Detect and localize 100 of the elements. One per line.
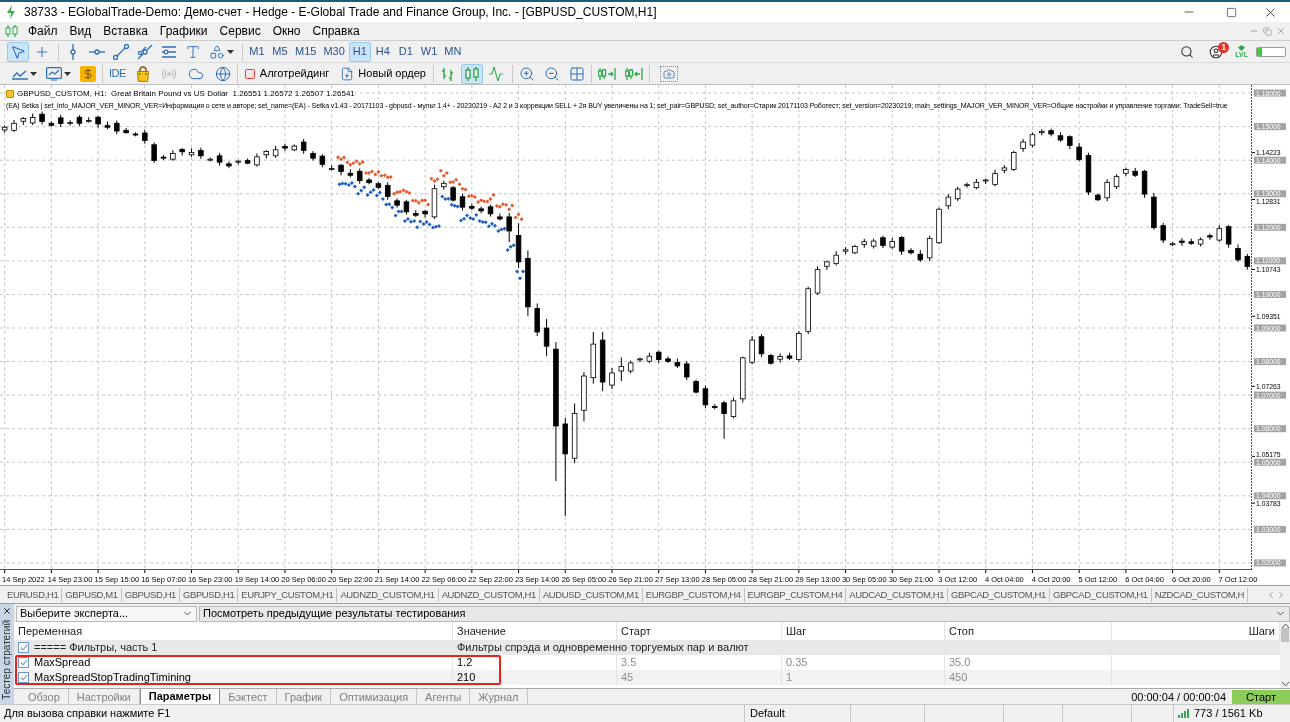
candlestick — [684, 360, 690, 381]
menu-item[interactable]: Вид — [63, 23, 98, 39]
timeframe-button[interactable]: W1 — [417, 41, 441, 62]
chart-tab[interactable]: GBPUSD,H1 — [121, 587, 180, 602]
menu-item[interactable]: Сервис — [213, 23, 267, 39]
status-help-text: Для вызова справки нажмите F1 — [4, 706, 171, 722]
column-header: Стоп — [949, 623, 974, 639]
panel-title: Тестер стратегий — [1, 620, 13, 700]
line-chart-icon — [488, 65, 504, 82]
zoom-out-icon — [544, 65, 560, 82]
candlestick — [964, 182, 970, 189]
chart-tab[interactable]: GBPUSD,M1 — [62, 587, 122, 602]
zoom-in-icon — [519, 65, 535, 82]
timeframe-button[interactable]: M5 — [269, 41, 291, 62]
screenshot-button[interactable] — [657, 63, 681, 84]
timeframe-button[interactable]: M30 — [320, 41, 348, 62]
menu-item[interactable]: Окно — [266, 23, 307, 39]
camera-icon — [660, 65, 678, 82]
caret-icon — [30, 71, 37, 76]
chart-tab[interactable]: GBPCAD_CUSTOM,H1 — [1049, 587, 1152, 602]
candlestick — [758, 333, 765, 358]
candlestick — [908, 247, 914, 255]
caret-icon — [64, 71, 71, 76]
expert-select[interactable]: Выберите эксперта... — [16, 605, 197, 622]
fibonacci-lines-icon — [161, 43, 177, 60]
parameter-value: 1.2 — [457, 655, 473, 671]
chart-tab[interactable]: GBPCAD_CUSTOM,H1 — [948, 587, 1050, 602]
group-description: Фильтры спрэда и одновременно торгуемых пар и валют — [457, 640, 749, 656]
timeframe-button[interactable]: H4 — [371, 41, 394, 62]
candlestick — [898, 235, 905, 256]
start-value: 3.5 — [621, 655, 637, 671]
candlestick — [926, 235, 933, 262]
shopping-bag-icon — [135, 65, 150, 82]
menu-item[interactable]: Справка — [306, 23, 366, 39]
chart-tab[interactable]: EURJPY_CUSTOM,H1 — [238, 587, 338, 602]
maximize-icon — [1225, 6, 1237, 18]
timeframe-button[interactable]: H1 — [348, 41, 371, 62]
candlestick — [534, 303, 540, 337]
cursor-tool-button[interactable] — [7, 41, 29, 62]
menu-item[interactable]: Файл — [22, 23, 64, 39]
chart-tab[interactable]: EURGBP_CUSTOM,H4 — [744, 587, 847, 602]
column-header: Переменная — [18, 623, 83, 639]
candlestick-chart-button[interactable] — [461, 63, 483, 84]
candlestick — [1225, 224, 1232, 249]
timeframe-button[interactable]: D1 — [394, 41, 417, 62]
candlestick — [721, 400, 727, 440]
cursor-icon — [10, 43, 26, 60]
chart-tab[interactable]: AUDUSD_CUSTOM,M1 — [539, 587, 643, 602]
memory-usage: 773 / 1561 Kb — [1194, 706, 1263, 722]
timeframe-button[interactable]: M1 — [246, 41, 268, 62]
chart-tab[interactable]: AUDCAD_CUSTOM,H1 — [846, 587, 949, 602]
dollar-button[interactable] — [77, 63, 99, 84]
ide-button[interactable]: IDE — [106, 63, 129, 84]
notification-badge: 1 — [1218, 41, 1230, 53]
symbol-icon — [6, 90, 14, 98]
menu-item[interactable]: Вставка — [97, 23, 154, 39]
checkbox[interactable] — [18, 672, 29, 683]
start-button[interactable]: Старт — [1232, 689, 1290, 705]
tester-tab[interactable]: Параметры — [139, 689, 221, 705]
notifications-button[interactable]: 1 — [1205, 41, 1228, 62]
child-restore-icon — [1263, 26, 1272, 36]
timeframe-button[interactable]: M15 — [292, 41, 320, 62]
vertical-scrollbar[interactable] — [1280, 622, 1290, 688]
chart-shift-icon — [625, 66, 643, 81]
checkbox[interactable] — [18, 657, 29, 668]
candlestick — [1076, 142, 1082, 163]
algo-trading-button[interactable]: Алготрейдинг — [240, 63, 334, 84]
chart-tab[interactable]: AUDNZD_CUSTOM,H1 — [438, 587, 540, 602]
menu-item[interactable]: Графики — [153, 23, 214, 39]
autoscroll-icon — [598, 66, 616, 81]
candlestick — [1179, 237, 1185, 247]
candlestick — [814, 265, 821, 296]
app-logo-icon — [6, 5, 16, 19]
candlestick — [198, 147, 204, 160]
group-name: ===== Фильтры, часть 1 — [34, 640, 158, 656]
scroll-right-icon — [1276, 589, 1286, 600]
caret-icon — [227, 49, 234, 54]
chart-tab[interactable]: AUDNZD_CUSTOM,H1 — [337, 587, 439, 602]
parameter-value: 210 — [457, 670, 476, 686]
candlestick — [282, 143, 288, 152]
chart-tab[interactable]: GBPUSD,H1 — [180, 587, 239, 602]
candlestick — [618, 357, 625, 382]
grid-icon — [569, 65, 585, 82]
results-select[interactable]: Посмотреть предыдущие результаты тестирования — [199, 605, 1290, 622]
checkbox[interactable] — [18, 642, 29, 653]
bar-chart-icon — [440, 65, 456, 82]
candlestick-icon — [464, 65, 480, 82]
scrollbar-thumb[interactable] — [1281, 628, 1289, 642]
candlestick — [609, 367, 615, 390]
chart-tab[interactable]: EURGBP_CUSTOM,H4 — [642, 587, 745, 602]
candlestick — [749, 335, 755, 365]
timeframe-button[interactable]: MN — [441, 41, 465, 62]
scroll-down-icon — [1281, 682, 1289, 686]
chart-tab[interactable]: NZDCAD_CUSTOM,H — [1151, 587, 1249, 602]
trend-line-tool-button[interactable] — [110, 41, 132, 62]
new-order-button[interactable]: Новый ордер — [336, 63, 430, 84]
text-icon — [185, 43, 201, 60]
chart-tab[interactable]: EURUSD,H1 — [4, 587, 63, 602]
parameter-name: MaxSpreadStopTradingTimining — [34, 670, 191, 686]
window-title: 38733 - EGlobalTrade-Demo: Демо-счет - Hedge - E-Global Trade and Finance Group, Inc. - [GBPUSD_CUSTOM,H1] — [24, 4, 657, 21]
